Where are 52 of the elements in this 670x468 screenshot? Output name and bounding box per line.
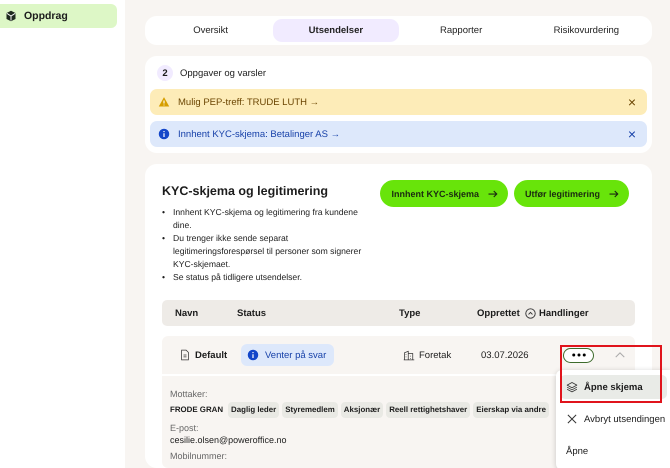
arrow-icon bbox=[608, 188, 620, 200]
bullet-mark: • bbox=[162, 232, 166, 245]
warning-icon bbox=[158, 96, 170, 108]
bullet-text: Du trenger ikke sende separat legitimeringsforespørsel til personer som signerer KYC-skjemaet. bbox=[173, 232, 362, 271]
more-button[interactable] bbox=[563, 348, 594, 362]
close-button[interactable]: × bbox=[624, 126, 639, 142]
tab[interactable]: Rapporter bbox=[398, 19, 524, 42]
bullet-text: Se status på tidligere utsendelser. bbox=[173, 271, 303, 284]
layers-icon bbox=[566, 381, 578, 393]
building-icon bbox=[403, 349, 415, 361]
menu-label: Åpne skjema bbox=[584, 382, 643, 392]
menu-label: Åpne bbox=[566, 446, 588, 456]
bullet-mark: • bbox=[162, 271, 166, 284]
column-header: Navn bbox=[175, 308, 198, 318]
row-name: Default bbox=[195, 350, 228, 360]
close-icon bbox=[566, 413, 578, 425]
field-label: Mottaker: bbox=[170, 388, 208, 400]
bullet-text: Innhent KYC-skjema og legitimering fra kundene dine. bbox=[173, 206, 359, 232]
sidebar-item[interactable]: Oppdrag bbox=[0, 4, 117, 28]
menu-item[interactable]: Åpne bbox=[560, 439, 667, 463]
column-header: Opprettet bbox=[477, 308, 520, 318]
info-icon bbox=[158, 128, 170, 140]
bullet-mark: • bbox=[162, 206, 166, 219]
alert-link[interactable]: Mulig PEP-treff: TRUDE LUTH → bbox=[178, 96, 617, 108]
type-text: Foretak bbox=[419, 350, 452, 360]
dots-icon bbox=[572, 353, 586, 357]
info-icon bbox=[247, 349, 259, 361]
field-label: Mobilnummer: bbox=[170, 450, 228, 462]
box-icon bbox=[5, 10, 17, 22]
action-button[interactable]: Innhent KYC-skjema bbox=[380, 180, 508, 207]
tasks-title: Oppgaver og varsler bbox=[180, 68, 266, 78]
column-header: Type bbox=[399, 308, 420, 318]
menu-item[interactable]: Avbryt utsendingen bbox=[560, 407, 667, 431]
close-button[interactable]: × bbox=[624, 94, 639, 110]
menu-item[interactable]: Åpne skjema bbox=[560, 375, 667, 399]
document-icon bbox=[179, 349, 191, 361]
menu-label: Avbryt utsendingen bbox=[584, 414, 666, 424]
status-text: Venter på svar bbox=[265, 350, 326, 360]
field-label: E-post: bbox=[170, 422, 199, 434]
action-button[interactable]: Utfør legitimering bbox=[514, 180, 629, 207]
column-header: Status bbox=[237, 308, 266, 318]
tab[interactable]: Oversikt bbox=[148, 19, 274, 42]
date-text: 03.07.2026 bbox=[481, 350, 529, 360]
section-title: KYC-skjema og legitimering bbox=[162, 184, 330, 198]
sort-icon[interactable] bbox=[524, 308, 536, 318]
arrow-icon bbox=[486, 188, 499, 200]
email-text: cesilie.olsen@poweroffice.no bbox=[170, 434, 287, 446]
column-header: Handlinger bbox=[539, 308, 589, 318]
tab[interactable]: Risikovurdering bbox=[524, 19, 649, 42]
alert-link[interactable]: Innhent KYC-skjema: Betalinger AS → bbox=[178, 128, 617, 140]
tab[interactable]: Utsendelser bbox=[273, 19, 398, 42]
count-badge: 2 bbox=[157, 65, 173, 81]
